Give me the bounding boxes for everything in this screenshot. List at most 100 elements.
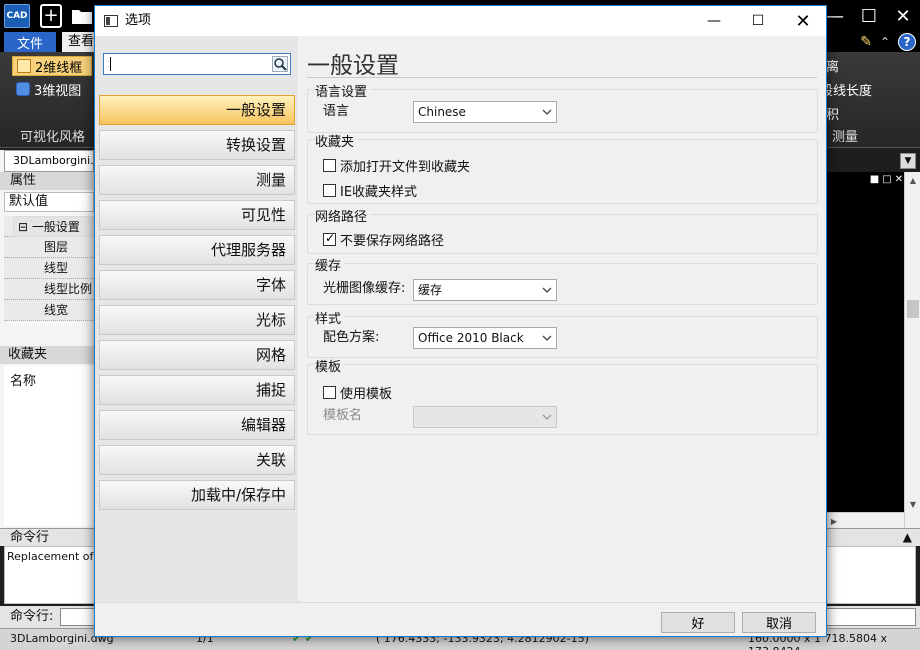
pencil-icon[interactable]: ✎ [860,34,872,50]
pin-icon[interactable]: ▲ [903,530,912,544]
network-path-group-title: 网络路径 [315,211,371,225]
dialog-maximize-icon[interactable]: ☐ [736,6,780,36]
drawing-canvas[interactable]: ▼ ■□✕ ▲ ▼ ▶ [826,150,920,528]
document-tab[interactable]: 3DLamborgini.dwg [4,150,94,172]
property-row[interactable]: 线宽 [4,300,94,321]
tab-file[interactable]: 文件 [4,32,56,52]
new-file-icon[interactable]: + [40,4,62,28]
dialog-minimize-icon[interactable]: — [692,6,736,36]
canvas-toolbar: ▼ [826,150,920,172]
title-divider [307,77,817,78]
collapse-ribbon-icon[interactable]: ⌃ [880,35,890,49]
nav-item-visibility[interactable]: 可见性 [99,200,295,230]
properties-default-select[interactable]: 默认值 [4,192,94,212]
nav-item-snap[interactable]: 捕捉 [99,375,295,405]
favorites-name-column: 名称 [10,374,37,389]
property-row[interactable]: 图层 [4,237,94,258]
scroll-down-icon[interactable]: ▼ [905,496,920,512]
horizontal-scrollbar[interactable]: ▶ [826,512,904,528]
dialog-window-icon [104,15,118,27]
options-nav-list: 一般设置 转换设置 测量 可见性 代理服务器 字体 光标 网格 捕捉 编辑器 关… [99,95,295,515]
raster-cache-value: 缓存 [418,283,443,297]
dont-save-network-path-option[interactable]: 不要保存网络路径 [323,231,445,249]
style-group-title: 样式 [315,313,345,327]
property-row[interactable]: 线型 [4,258,94,279]
nav-item-cursor[interactable]: 光标 [99,305,295,335]
help-icon[interactable]: ? [898,33,916,51]
use-template-label: 使用模板 [340,386,393,402]
left-side-panel: 3DLamborgini.dwg 属性 默认值 ⊟ 一般设置 色彩 图层 线型 … [0,150,524,528]
scroll-thumb[interactable] [907,300,919,318]
cancel-button[interactable]: 取消 [742,612,816,633]
scroll-up-icon[interactable]: ▲ [905,172,920,188]
nav-item-association[interactable]: 关联 [99,445,295,475]
app-window-controls: — ☐ ✕ [818,0,920,32]
search-icon[interactable] [272,56,288,72]
add-to-favorites-checkbox[interactable] [323,158,336,172]
app-close-icon[interactable]: ✕ [886,0,920,32]
command-line-label: 命令行: [10,609,54,624]
dialog-titlebar[interactable]: 选项 — ☐ ✕ [95,6,826,36]
use-template-checkbox[interactable] [323,385,336,399]
page-title: 一般设置 [307,53,399,79]
ribbon-right-tools: ✎ ⌃ ? [860,32,916,52]
distance-button[interactable]: 离 [826,56,839,75]
nav-item-load-save[interactable]: 加载中/保存中 [99,480,295,510]
cache-group-title: 缓存 [315,260,345,274]
command-panel-title: 命令行 [10,530,50,545]
nav-item-grid[interactable]: 网格 [99,340,295,370]
open-folder-icon[interactable] [70,4,94,28]
dialog-title: 选项 [125,13,152,28]
color-scheme-value: Office 2010 Black [418,331,524,345]
nav-item-editor[interactable]: 编辑器 [99,410,295,440]
language-label: 语言 [323,104,350,119]
dont-save-network-path-checkbox[interactable] [323,231,336,246]
vertical-scrollbar[interactable]: ▲ ▼ [904,172,920,528]
wireframe-2d-label: 2维线框 [35,60,83,76]
style-group: 样式 配色方案: Office 2010 Black [307,313,818,358]
language-select[interactable]: Chinese [413,101,557,123]
property-row[interactable]: 线型比例 [4,279,94,300]
options-search-input[interactable] [103,53,291,75]
polyline-length-button[interactable]: 段线长度 [820,80,872,99]
template-name-select[interactable] [413,406,557,428]
wireframe-2d-button[interactable]: 2维线框 [12,56,92,76]
ie-favorites-style-option[interactable]: IE收藏夹样式 [323,182,417,200]
wireframe-icon [17,59,31,73]
template-name-label: 模板名 [323,408,363,423]
app-logo-icon[interactable]: CAD [4,4,30,28]
scroll-right-icon[interactable]: ▶ [826,513,842,529]
nav-item-conversion[interactable]: 转换设置 [99,130,295,160]
language-select-value: Chinese [418,105,466,119]
dont-save-network-path-label: 不要保存网络路径 [340,233,445,249]
cache-group: 缓存 光栅图像缓存: 缓存 [307,260,818,305]
chevron-down-icon [542,414,552,420]
dialog-close-icon[interactable]: ✕ [781,6,825,36]
use-template-option[interactable]: 使用模板 [323,384,393,402]
raster-cache-select[interactable]: 缓存 [413,279,557,301]
chevron-down-icon [542,287,552,293]
view-3d-label: 3维视图 [34,83,82,99]
favorites-list: 名称 [4,366,94,526]
chevron-down-icon[interactable]: ▼ [900,153,916,169]
options-content: 一般设置 语言设置 语言 Chinese 收藏夹 添加打开文件到收藏夹 IE收藏… [298,36,826,602]
chevron-down-icon [542,109,552,115]
nav-item-general[interactable]: 一般设置 [99,95,295,125]
ie-favorites-style-checkbox[interactable] [323,183,336,197]
add-to-favorites-option[interactable]: 添加打开文件到收藏夹 [323,157,470,175]
color-scheme-label: 配色方案: [323,330,380,345]
template-group-title: 模板 [315,361,345,375]
dialog-footer: 好 取消 [95,602,826,636]
properties-group-label: 一般设置 [31,220,80,234]
viewport-controls-icon[interactable]: ■□✕ [870,174,906,185]
favorites-group-title: 收藏夹 [315,136,358,150]
ok-button[interactable]: 好 [661,612,735,633]
app-maximize-icon[interactable]: ☐ [852,0,886,32]
color-scheme-select[interactable]: Office 2010 Black [413,327,557,349]
view-3d-button[interactable]: 3维视图 [12,79,92,99]
nav-item-proxy[interactable]: 代理服务器 [99,235,295,265]
nav-item-measure[interactable]: 测量 [99,165,295,195]
language-group: 语言设置 语言 Chinese [307,86,818,133]
area-button[interactable]: 积 [826,104,839,123]
nav-item-font[interactable]: 字体 [99,270,295,300]
